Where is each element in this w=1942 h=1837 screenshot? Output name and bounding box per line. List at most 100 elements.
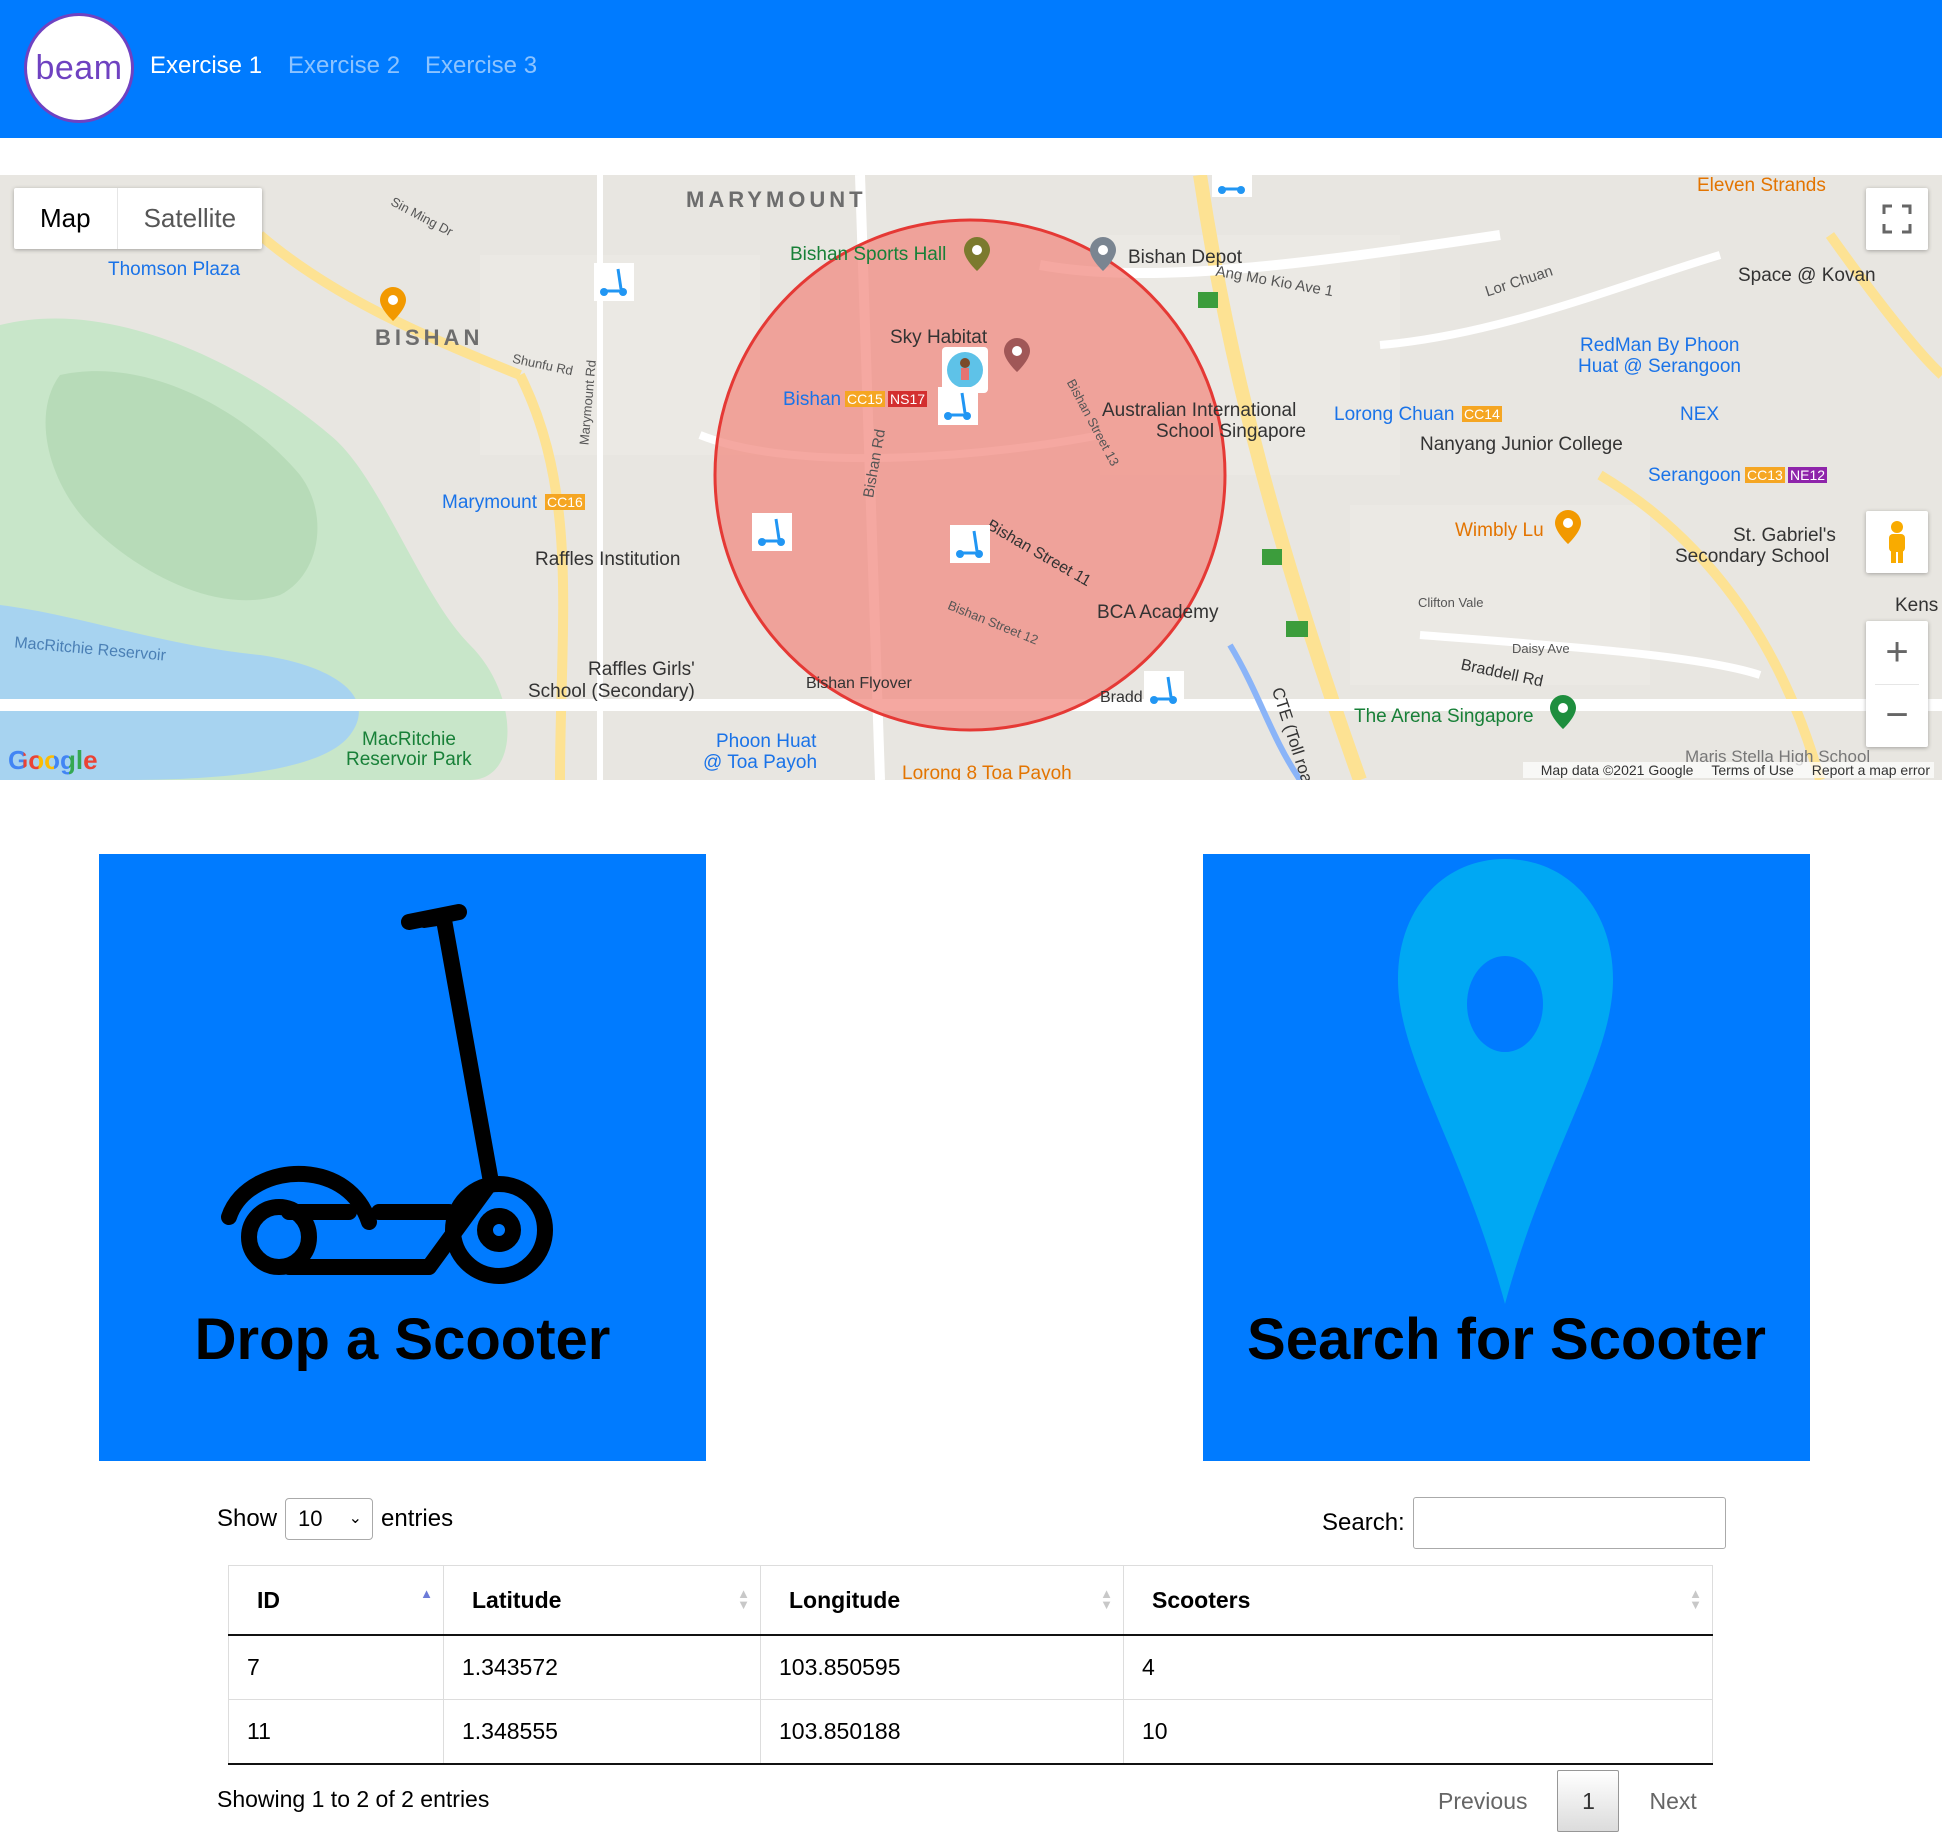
drop-scooter-title: Drop a Scooter — [194, 1307, 611, 1372]
search-input[interactable] — [1412, 1497, 1726, 1549]
map-label-marymount-cc: CC16 — [545, 494, 585, 510]
cell-longitude: 103.850188 — [760, 1699, 1124, 1765]
table-header-row: ID ▲ Latitude ▲ ▼ Longitude ▲ ▼ Scooters ▲… — [228, 1565, 1713, 1636]
map-footer: Map data ©2021 Google Terms of Use Repor… — [1522, 762, 1934, 778]
map-label-daisy-ave: Daisy Ave — [1512, 641, 1570, 656]
map-label-bishan-ns: NS17 — [888, 391, 928, 407]
map-label-raffles-girls-2: School (Secondary) — [528, 681, 695, 702]
map-label-serangoon-cc: CC13 — [1745, 467, 1785, 483]
map-pin-icon[interactable] — [1004, 338, 1030, 372]
map-label-phoon-huat-1: Phoon Huat — [716, 731, 817, 752]
map-type-map-button[interactable]: Map — [14, 188, 118, 249]
sort-icon: ▲ ▼ — [1100, 1586, 1113, 1612]
cell-latitude: 1.343572 — [443, 1635, 761, 1700]
report-map-error-link[interactable]: Report a map error — [1812, 762, 1930, 778]
map-label-kens: Kens — [1895, 595, 1939, 616]
page-1-button[interactable]: 1 — [1557, 1770, 1620, 1832]
previous-page-button[interactable]: Previous — [1418, 1770, 1547, 1832]
column-header-longitude[interactable]: Longitude ▲ ▼ — [760, 1565, 1124, 1636]
map-label-nex: NEX — [1680, 404, 1720, 425]
scooter-marker-icon[interactable] — [1212, 175, 1252, 197]
column-header-label: Latitude — [472, 1586, 562, 1613]
zoom-in-button[interactable]: + — [1885, 622, 1908, 684]
map-label-bishan-district: BISHAN — [375, 325, 484, 350]
navbar: beam Exercise 1 Exercise 2 Exercise 3 — [0, 0, 1942, 138]
beam-logo[interactable]: beam — [24, 13, 134, 123]
scooter-marker-icon[interactable] — [752, 513, 792, 551]
scooter-marker-icon[interactable] — [594, 263, 634, 301]
map-label-clifton-vale: Clifton Vale — [1418, 595, 1484, 610]
map-label-lorong-chuan: Lorong Chuan — [1334, 404, 1455, 425]
entries-select[interactable]: 10 ⌄ — [285, 1498, 374, 1540]
table-info: Showing 1 to 2 of 2 entries — [217, 1786, 490, 1812]
search-label: Search: — [1322, 1509, 1405, 1536]
scooter-marker-icon[interactable] — [950, 525, 990, 563]
terms-of-use-link[interactable]: Terms of Use — [1711, 762, 1793, 778]
table-row[interactable]: 7 1.343572 103.850595 4 — [228, 1635, 1713, 1700]
scooter-marker-icon[interactable] — [1144, 671, 1184, 709]
map-pin-icon[interactable] — [964, 237, 990, 271]
map-label-bca-academy: BCA Academy — [1097, 602, 1219, 623]
map-pin-icon[interactable] — [1550, 695, 1576, 729]
table-row[interactable]: 11 1.348555 103.850188 10 — [228, 1699, 1713, 1765]
cell-scooters: 4 — [1123, 1635, 1713, 1700]
scooter-marker-icon[interactable] — [938, 387, 978, 425]
map-pin-icon[interactable] — [1090, 237, 1116, 271]
table-length-control: Show 10 ⌄ entries — [217, 1498, 453, 1540]
column-header-id[interactable]: ID ▲ — [228, 1565, 444, 1636]
map-label-lorong-8: Lorong 8 Toa Payoh — [902, 763, 1072, 780]
google-logo[interactable]: Google — [8, 745, 98, 776]
column-header-scooters[interactable]: Scooters ▲ ▼ — [1123, 1565, 1713, 1636]
map-label-serangoon: Serangoon — [1648, 465, 1741, 486]
cell-longitude: 103.850595 — [760, 1635, 1124, 1700]
table-search-control: Search: — [1322, 1497, 1726, 1549]
map-pin-icon[interactable] — [380, 287, 406, 321]
map-label-eleven-strands: Eleven Strands — [1697, 175, 1826, 196]
nav-link-exercise-2[interactable]: Exercise 2 — [288, 52, 400, 80]
map-label-australian-school-2: School Singapore — [1156, 421, 1306, 442]
search-scooter-title: Search for Scooter — [1247, 1307, 1766, 1372]
entries-label: entries — [381, 1505, 454, 1532]
street-view-pegman-button[interactable] — [1866, 511, 1928, 573]
nav-link-exercise-3[interactable]: Exercise 3 — [425, 52, 537, 80]
map[interactable]: Map Satellite MARYMOUNT BISHAN Bishan Sp… — [0, 175, 1942, 780]
search-radius-circle — [713, 218, 1227, 732]
scooter-icon — [221, 904, 553, 1284]
sort-icon: ▲ ▼ — [1689, 1586, 1702, 1612]
map-label-wimbly-lu: Wimbly Lu — [1455, 520, 1544, 541]
next-page-button[interactable]: Next — [1629, 1770, 1716, 1832]
logo-text: beam — [35, 48, 123, 87]
fullscreen-button[interactable] — [1866, 188, 1928, 250]
map-label-arena: The Arena Singapore — [1354, 706, 1534, 727]
map-label-nanyang-jc: Nanyang Junior College — [1420, 434, 1623, 455]
map-label-st-gabriels-2: Secondary School — [1675, 546, 1830, 567]
location-pin-icon — [1398, 859, 1613, 1304]
sort-ascending-icon: ▲ — [420, 1586, 433, 1601]
map-type-satellite-button[interactable]: Satellite — [118, 188, 263, 249]
zoom-control: + − — [1866, 621, 1928, 747]
map-label-thomson-plaza: Thomson Plaza — [108, 259, 241, 280]
entries-select-value: 10 — [298, 1506, 323, 1531]
map-label-serangoon-ne: NE12 — [1788, 467, 1828, 483]
map-label-redman-2: Huat @ Serangoon — [1578, 356, 1741, 377]
map-label-bishan-sports-hall: Bishan Sports Hall — [790, 244, 947, 265]
sort-icon: ▲ ▼ — [737, 1586, 750, 1612]
map-label-marymount-station: Marymount — [442, 492, 538, 513]
column-header-latitude[interactable]: Latitude ▲ ▼ — [443, 1565, 761, 1636]
nav-link-exercise-1[interactable]: Exercise 1 — [150, 52, 262, 80]
zoom-out-button[interactable]: − — [1885, 685, 1908, 747]
map-pin-icon[interactable] — [1555, 510, 1581, 544]
map-label-macritchie-park-2: Reservoir Park — [346, 749, 472, 770]
cell-scooters: 10 — [1123, 1699, 1713, 1765]
drop-scooter-card[interactable]: Drop a Scooter — [99, 854, 706, 1461]
map-label-bishan-flyover: Bishan Flyover — [806, 675, 912, 692]
cell-id: 7 — [228, 1635, 444, 1700]
column-header-label: ID — [257, 1586, 280, 1613]
search-scooter-card[interactable]: Search for Scooter — [1203, 854, 1810, 1461]
map-label-space-kovan: Space @ Kovan — [1738, 265, 1876, 286]
column-header-label: Scooters — [1152, 1586, 1251, 1613]
map-label-lorong-chuan-cc: CC14 — [1462, 406, 1502, 422]
show-label: Show — [217, 1505, 278, 1532]
cell-latitude: 1.348555 — [443, 1699, 761, 1765]
fullscreen-icon — [1882, 204, 1912, 234]
